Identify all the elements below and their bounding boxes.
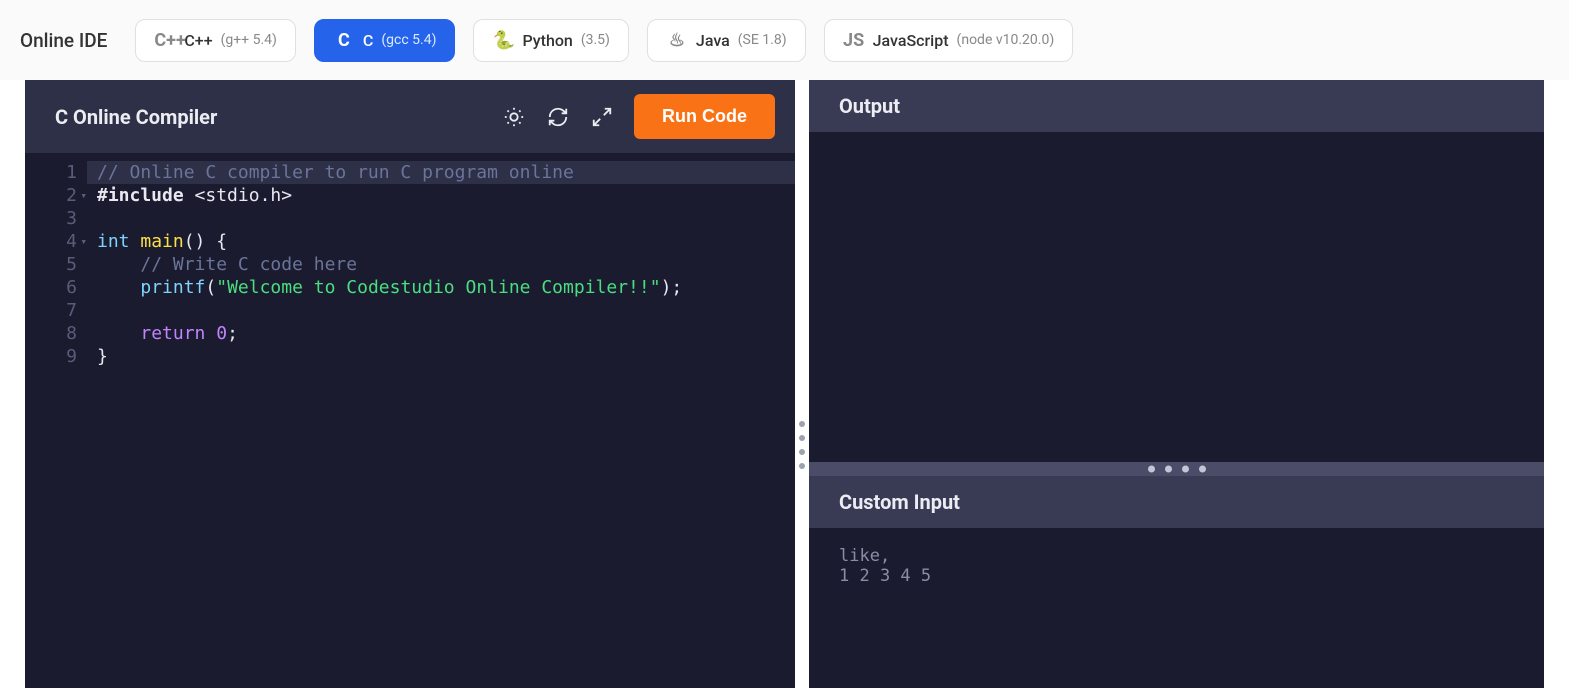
language-tab-java[interactable]: ♨ Java (SE 1.8): [647, 19, 806, 62]
code-lines[interactable]: // Online C compiler to run C program on…: [87, 153, 795, 688]
header-bar: Online IDE C++ C++ (g++ 5.4) CC (gcc 5.4) 🐍 Py…: [0, 0, 1569, 80]
language-version: (SE 1.8): [738, 32, 787, 48]
code-line[interactable]: #include <stdio.h>: [97, 184, 795, 207]
code-line[interactable]: }: [97, 345, 795, 368]
output-body: [809, 132, 1544, 462]
code-line[interactable]: [97, 299, 795, 322]
code-line[interactable]: printf("Welcome to Codestudio Online Com…: [97, 276, 795, 299]
language-tab-c[interactable]: CC (gcc 5.4): [314, 19, 456, 62]
code-line[interactable]: [97, 207, 795, 230]
code-line[interactable]: return 0;: [97, 322, 795, 345]
brand-title: Online IDE: [20, 29, 107, 52]
language-tab-javascript[interactable]: JS JavaScript (node v10.20.0): [824, 19, 1074, 62]
code-line[interactable]: // Write C code here: [97, 253, 795, 276]
language-version: (3.5): [581, 32, 610, 48]
language-version: (g++ 5.4): [221, 32, 277, 48]
language-name: C: [363, 31, 373, 50]
horizontal-splitter[interactable]: [809, 462, 1544, 476]
language-version: (gcc 5.4): [381, 32, 436, 48]
editor-controls: Run Code: [502, 94, 775, 139]
output-title: Output: [809, 80, 1544, 132]
code-editor[interactable]: 123456789 // Online C compiler to run C …: [25, 153, 795, 688]
editor-panel: C Online Compiler Run Code 123456789 // …: [25, 80, 795, 688]
cplusplus-icon: C++: [154, 30, 176, 51]
code-line[interactable]: // Online C compiler to run C program on…: [87, 161, 795, 184]
code-line[interactable]: int main() {: [97, 230, 795, 253]
python-icon: 🐍: [492, 30, 514, 51]
javascript-icon: JS: [843, 30, 865, 51]
editor-title: C Online Compiler: [55, 105, 217, 129]
custom-input-title: Custom Input: [809, 476, 1544, 528]
fullscreen-icon[interactable]: [590, 105, 614, 129]
vertical-splitter[interactable]: [795, 80, 809, 688]
theme-toggle-icon[interactable]: [502, 105, 526, 129]
language-tab-python[interactable]: 🐍 Python (3.5): [473, 19, 628, 62]
editor-header: C Online Compiler Run Code: [25, 80, 795, 153]
java-icon: ♨: [666, 30, 688, 51]
custom-input-body[interactable]: like, 1 2 3 4 5: [809, 528, 1544, 688]
reset-icon[interactable]: [546, 105, 570, 129]
workspace: C Online Compiler Run Code 123456789 // …: [0, 80, 1569, 688]
language-version: (node v10.20.0): [957, 32, 1055, 48]
language-tabs: C++ C++ (g++ 5.4) CC (gcc 5.4) 🐍 Python (3.5) ♨ J…: [135, 19, 1073, 62]
run-code-button[interactable]: Run Code: [634, 94, 775, 139]
line-gutter: 123456789: [25, 153, 87, 688]
right-panel: Output Custom Input like, 1 2 3 4 5: [809, 80, 1544, 688]
language-name: JavaScript: [873, 31, 949, 50]
language-tab-cplusplus[interactable]: C++ C++ (g++ 5.4): [135, 19, 296, 62]
language-name: C++: [184, 31, 212, 50]
language-name: Python: [522, 31, 572, 50]
language-name: Java: [696, 31, 730, 50]
c-icon: C: [333, 30, 355, 51]
